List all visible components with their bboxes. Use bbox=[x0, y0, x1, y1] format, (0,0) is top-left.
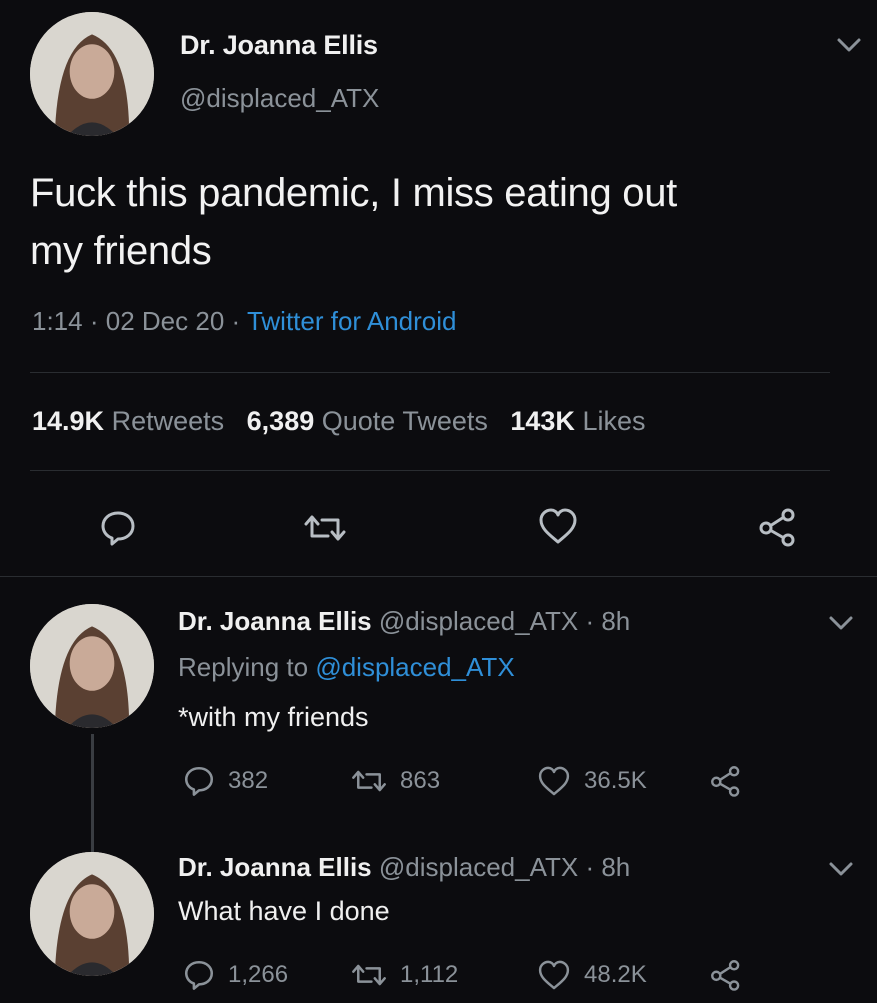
reply-time[interactable]: · 8h bbox=[585, 606, 630, 636]
reply-text: *with my friends bbox=[178, 702, 369, 732]
retweet-count: 1,112 bbox=[400, 961, 459, 988]
reply-time[interactable]: · 8h bbox=[585, 852, 630, 882]
likes-label: Likes bbox=[582, 406, 646, 436]
avatar-portrait bbox=[30, 12, 154, 136]
reply-author-handle[interactable]: @displaced_ATX bbox=[379, 606, 578, 636]
retweet-action[interactable]: 863 bbox=[350, 764, 440, 798]
retweet-icon bbox=[352, 964, 386, 986]
reply-author-name[interactable]: Dr. Joanna Ellis bbox=[178, 606, 372, 636]
likes-stat[interactable]: 143K Likes bbox=[510, 406, 645, 436]
quotes-label: Quote Tweets bbox=[321, 406, 488, 436]
tweet-text-line-1: Fuck this pandemic, I miss eating out bbox=[30, 171, 677, 215]
reply-count: 382 bbox=[228, 767, 269, 794]
like-icon bbox=[538, 766, 570, 796]
thread-line bbox=[91, 734, 94, 852]
reply-action[interactable]: 1,266 bbox=[182, 958, 288, 992]
avatar-portrait bbox=[30, 852, 154, 976]
quotes-count: 6,389 bbox=[246, 406, 315, 436]
retweet-icon[interactable] bbox=[302, 508, 348, 548]
tweet-stats: 14.9K Retweets 6,389 Quote Tweets 143K L… bbox=[32, 406, 645, 437]
like-action[interactable]: 36.5K bbox=[536, 764, 647, 798]
like-icon[interactable] bbox=[536, 506, 580, 546]
tweet-time[interactable]: 1:14 bbox=[32, 306, 83, 336]
retweet-count: 863 bbox=[400, 767, 441, 794]
author-handle[interactable]: @displaced_ATX bbox=[180, 83, 379, 114]
author-name[interactable]: Dr. Joanna Ellis bbox=[180, 30, 378, 61]
reply-icon[interactable] bbox=[98, 508, 138, 548]
tweet-text: Fuck this pandemic, I miss eating out my… bbox=[30, 164, 677, 280]
chevron-down-icon[interactable] bbox=[826, 858, 856, 880]
divider bbox=[30, 470, 830, 471]
avatar[interactable] bbox=[30, 852, 154, 976]
chevron-down-icon[interactable] bbox=[826, 612, 856, 634]
retweet-icon bbox=[352, 770, 386, 792]
share-icon[interactable] bbox=[708, 958, 744, 992]
avatar[interactable] bbox=[30, 604, 154, 728]
reply-icon bbox=[184, 766, 214, 796]
reply-header: Dr. Joanna Ellis @displaced_ATX · 8h bbox=[178, 852, 630, 883]
share-icon[interactable] bbox=[756, 506, 800, 548]
reply-action[interactable]: 382 bbox=[182, 764, 268, 798]
divider bbox=[30, 372, 830, 373]
replying-to-label: Replying to bbox=[178, 652, 309, 682]
tweet-source[interactable]: Twitter for Android bbox=[247, 306, 457, 336]
like-icon bbox=[538, 960, 570, 990]
retweet-action[interactable]: 1,112 bbox=[350, 958, 458, 992]
reply-header: Dr. Joanna Ellis @displaced_ATX · 8h bbox=[178, 606, 630, 637]
reply-text: What have I done bbox=[178, 896, 390, 926]
meta-separator: · bbox=[89, 306, 99, 336]
reply-icon bbox=[184, 960, 214, 990]
like-action[interactable]: 48.2K bbox=[536, 958, 647, 992]
like-count: 36.5K bbox=[584, 767, 647, 794]
tweet-text-line-2: my friends bbox=[30, 229, 212, 273]
avatar-portrait bbox=[30, 604, 154, 728]
tweet-date[interactable]: 02 Dec 20 bbox=[106, 306, 225, 336]
meta-separator: · bbox=[231, 306, 241, 336]
quotes-stat[interactable]: 6,389 Quote Tweets bbox=[247, 406, 488, 436]
retweets-stat[interactable]: 14.9K Retweets bbox=[32, 406, 224, 436]
divider bbox=[0, 576, 877, 577]
likes-count: 143K bbox=[510, 406, 575, 436]
reply-author-handle[interactable]: @displaced_ATX bbox=[379, 852, 578, 882]
chevron-down-icon[interactable] bbox=[834, 34, 864, 56]
replying-to: Replying to @displaced_ATX bbox=[178, 652, 515, 683]
reply-count: 1,266 bbox=[228, 961, 289, 988]
avatar[interactable] bbox=[30, 12, 154, 136]
retweets-count: 14.9K bbox=[32, 406, 105, 436]
retweets-label: Retweets bbox=[111, 406, 225, 436]
reply-author-name[interactable]: Dr. Joanna Ellis bbox=[178, 852, 372, 882]
tweet-meta: 1:14 · 02 Dec 20 · Twitter for Android bbox=[32, 306, 457, 337]
like-count: 48.2K bbox=[584, 961, 647, 988]
share-icon[interactable] bbox=[708, 764, 744, 798]
replying-to-mention[interactable]: @displaced_ATX bbox=[315, 652, 514, 682]
